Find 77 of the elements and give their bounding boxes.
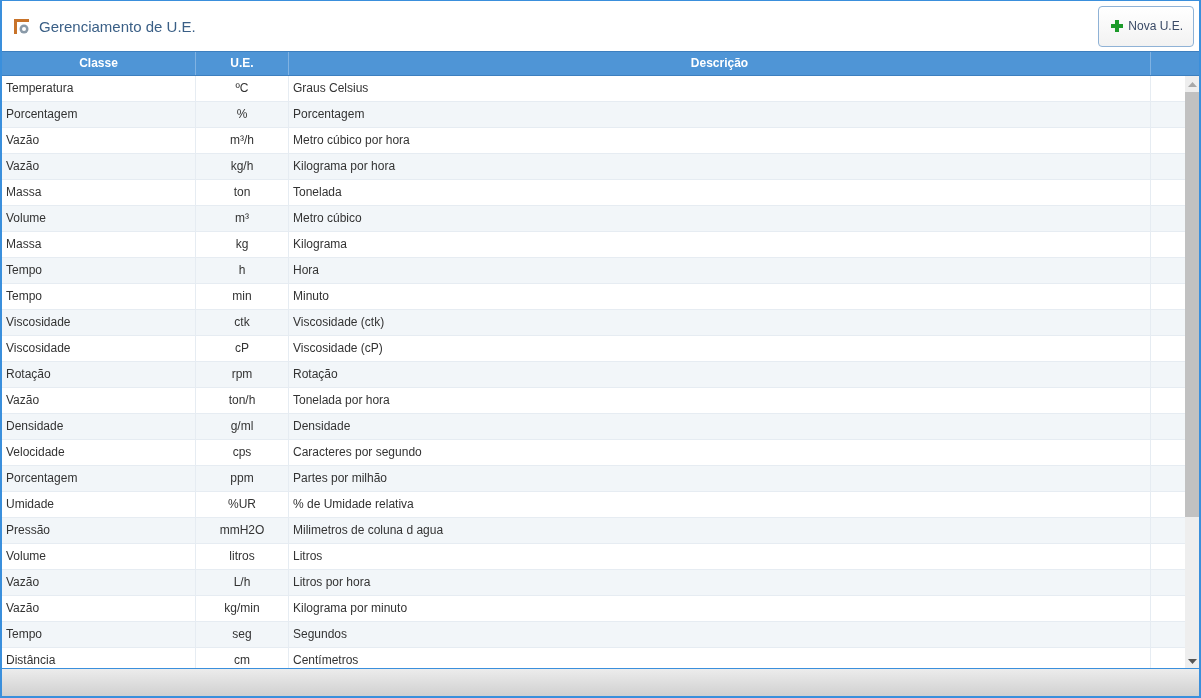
table-cell: Volume bbox=[2, 544, 196, 569]
table-cell: Hora bbox=[289, 258, 1151, 283]
table-cell: Milimetros de coluna d agua bbox=[289, 518, 1151, 543]
table-cell: Litros por hora bbox=[289, 570, 1151, 595]
table-cell: Viscosidade (cP) bbox=[289, 336, 1151, 361]
table-cell: Massa bbox=[2, 180, 196, 205]
scrollbar-thumb[interactable] bbox=[1185, 92, 1199, 517]
table-cell: Partes por milhão bbox=[289, 466, 1151, 491]
new-unit-button[interactable]: Nova U.E. bbox=[1098, 5, 1194, 47]
table-cell: L/h bbox=[196, 570, 289, 595]
table-cell: % bbox=[196, 102, 289, 127]
column-header[interactable]: U.E. bbox=[196, 52, 289, 75]
table-cell: %UR bbox=[196, 492, 289, 517]
vertical-scrollbar[interactable] bbox=[1185, 76, 1199, 668]
scroll-up-icon[interactable] bbox=[1187, 82, 1197, 87]
table-cell: Viscosidade bbox=[2, 310, 196, 335]
table-cell: kg/min bbox=[196, 596, 289, 621]
table-cell: ton bbox=[196, 180, 289, 205]
table-cell: Segundos bbox=[289, 622, 1151, 647]
table-cell: Vazão bbox=[2, 128, 196, 153]
plus-icon bbox=[1111, 20, 1124, 32]
table-cell: Tonelada bbox=[289, 180, 1151, 205]
table-cell: Umidade bbox=[2, 492, 196, 517]
table-cell: Kilograma por minuto bbox=[289, 596, 1151, 621]
table-cell: Densidade bbox=[2, 414, 196, 439]
table-cell: min bbox=[196, 284, 289, 309]
table-cell: mmH2O bbox=[196, 518, 289, 543]
table-cell: ton/h bbox=[196, 388, 289, 413]
table-cell: Metro cúbico por hora bbox=[289, 128, 1151, 153]
table-cell: g/ml bbox=[196, 414, 289, 439]
table-cell: Porcentagem bbox=[2, 466, 196, 491]
table-cell: Tempo bbox=[2, 258, 196, 283]
table-cell: m³ bbox=[196, 206, 289, 231]
table-cell: Densidade bbox=[289, 414, 1151, 439]
table-cell: Tonelada por hora bbox=[289, 388, 1151, 413]
table-cell: m³/h bbox=[196, 128, 289, 153]
table-cell: kg/h bbox=[196, 154, 289, 179]
table-cell: ppm bbox=[196, 466, 289, 491]
table-cell: Kilograma por hora bbox=[289, 154, 1151, 179]
table-cell: Kilograma bbox=[289, 232, 1151, 257]
table-cell: Rotação bbox=[289, 362, 1151, 387]
table-cell: Massa bbox=[2, 232, 196, 257]
table-cell: rpm bbox=[196, 362, 289, 387]
table-cell: Metro cúbico bbox=[289, 206, 1151, 231]
table-cell: ºC bbox=[196, 76, 289, 101]
table-cell: cP bbox=[196, 336, 289, 361]
table-cell: Porcentagem bbox=[289, 102, 1151, 127]
table-cell: Vazão bbox=[2, 154, 196, 179]
table-cell: Porcentagem bbox=[2, 102, 196, 127]
table-cell: cps bbox=[196, 440, 289, 465]
column-header[interactable]: Classe bbox=[2, 52, 196, 75]
table-cell: Caracteres por segundo bbox=[289, 440, 1151, 465]
window-title: Gerenciamento de U.E. bbox=[39, 17, 197, 35]
table-cell: Temperatura bbox=[2, 76, 196, 101]
column-header[interactable]: Descrição bbox=[289, 52, 1151, 75]
table-cell: Pressão bbox=[2, 518, 196, 543]
table-cell: Litros bbox=[289, 544, 1151, 569]
table-cell: Viscosidade bbox=[2, 336, 196, 361]
table-cell: Graus Celsius bbox=[289, 76, 1151, 101]
table-cell: Vazão bbox=[2, 388, 196, 413]
table-cell: Vazão bbox=[2, 570, 196, 595]
table-cell: Tempo bbox=[2, 622, 196, 647]
scroll-down-icon[interactable] bbox=[1187, 659, 1197, 664]
table-cell: Minuto bbox=[289, 284, 1151, 309]
table-cell: ctk bbox=[196, 310, 289, 335]
table-cell: Viscosidade (ctk) bbox=[289, 310, 1151, 335]
table-cell: kg bbox=[196, 232, 289, 257]
table-cell: Velocidade bbox=[2, 440, 196, 465]
table-cell: Rotação bbox=[2, 362, 196, 387]
table-cell: Volume bbox=[2, 206, 196, 231]
ruler-gear-icon bbox=[13, 17, 31, 35]
table-cell: Tempo bbox=[2, 284, 196, 309]
table-cell: seg bbox=[196, 622, 289, 647]
table-cell: Vazão bbox=[2, 596, 196, 621]
table-cell: h bbox=[196, 258, 289, 283]
table-cell: litros bbox=[196, 544, 289, 569]
table-cell: % de Umidade relativa bbox=[289, 492, 1151, 517]
